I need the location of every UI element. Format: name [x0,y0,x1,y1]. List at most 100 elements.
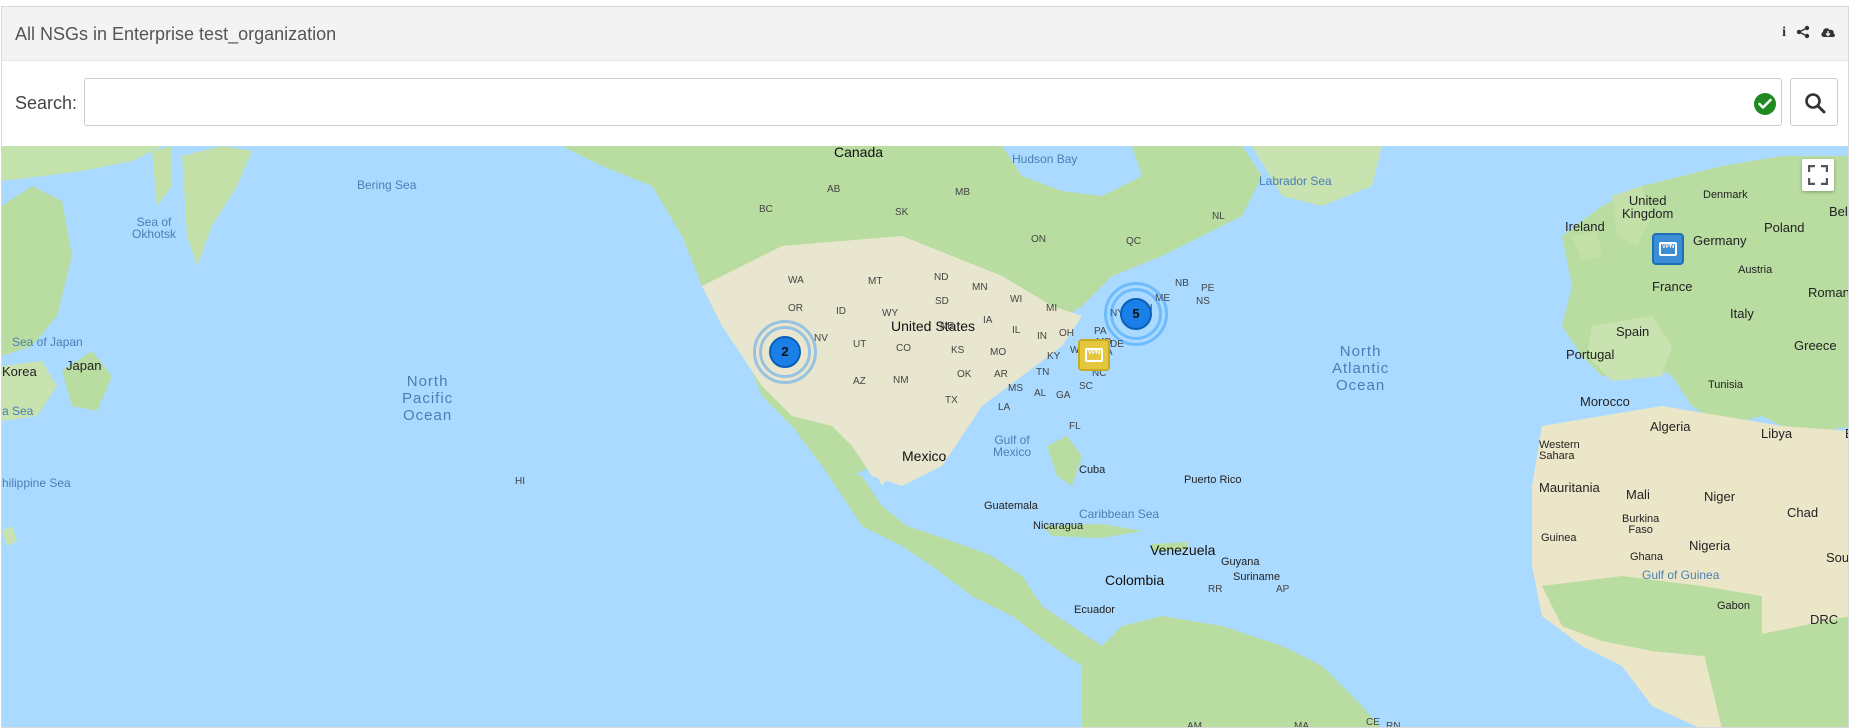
label-state: BC [759,204,773,215]
label-state: OK [957,369,972,380]
label-drc: DRC [1810,612,1839,627]
label-state: NE [940,321,954,332]
label-greece: Greece [1794,338,1837,353]
label-state: CO [896,343,911,354]
label-state: IL [1012,325,1021,336]
label-north-pacific-ocean: North Pacific Ocean [402,373,454,424]
label-state: MT [868,276,883,287]
label-sou: Sou [1826,550,1849,565]
label-niger: Niger [1704,489,1736,504]
label-state: PE [1201,283,1215,294]
label-tunisia: Tunisia [1708,379,1744,391]
fullscreen-icon [1808,165,1828,185]
label-state: ON [1031,234,1046,245]
label-state: WA [788,275,804,286]
label-morocco: Morocco [1580,394,1630,409]
label-state: UT [853,339,867,350]
label-ghana: Ghana [1630,551,1664,563]
label-poland: Poland [1764,220,1805,235]
label-gulf-of-guinea: Gulf of Guinea [1642,568,1720,582]
cluster-count: 5 [1120,298,1152,330]
panel-title: All NSGs in Enterprise test_organization [15,24,337,44]
label-denmark: Denmark [1703,189,1748,201]
cluster-count: 2 [769,336,801,368]
label-state: NB [1175,278,1189,289]
label-state: OH [1059,328,1074,339]
label-sea-of-japan: Sea of Japan [12,335,83,349]
label-state: KS [951,345,965,356]
label-austria: Austria [1738,264,1773,276]
label-ecuador: Ecuador [1074,604,1115,616]
label-united-states: United States [891,318,976,334]
label-gulf-of-mexico: Gulf of Mexico [993,433,1032,459]
label-north-atlantic-ocean: North Atlantic Ocean [1332,343,1390,394]
label-state: WY [882,308,899,319]
label-gabon: Gabon [1717,600,1751,612]
search-icon [1805,93,1826,114]
check-circle-icon [1754,93,1776,115]
label-puerto-rico: Puerto Rico [1184,474,1242,486]
label-state: WI [1010,294,1023,305]
label-state: TX [945,395,958,406]
search-button[interactable] [1790,78,1838,126]
search-label: Search: [15,93,78,113]
label-korea: Korea [2,364,37,379]
label-burkina-faso: Burkina Faso [1622,513,1660,536]
label-mauritania: Mauritania [1539,480,1600,495]
label-guatemala: Guatemala [984,500,1038,512]
cluster-east-coast[interactable]: 5 [1104,282,1168,346]
label-chad: Chad [1787,505,1819,520]
label-state: AB [827,184,841,195]
share-icon[interactable] [1796,25,1810,42]
label-labrador-sea: Labrador Sea [1259,174,1332,188]
label-state: RN [1386,721,1401,728]
label-state: QC [1126,236,1141,247]
label-state: IA [983,315,993,326]
label-nigeria: Nigeria [1689,538,1731,553]
label-a-sea: a Sea [2,404,34,418]
label-spain: Spain [1616,324,1650,339]
label-canada: Canada [834,146,884,160]
label-cuba: Cuba [1079,464,1106,476]
nsg-marker-east[interactable]: VPN [1078,339,1110,371]
label-state: NS [1196,296,1210,307]
label-france: France [1652,279,1693,294]
label-italy: Italy [1730,306,1754,321]
label-state: ND [934,272,949,283]
nsg-panel: All NSGs in Enterprise test_organization… [1,6,1849,728]
info-icon[interactable]: i [1782,25,1786,42]
label-philippine-sea: hilippine Sea [2,476,71,490]
label-state: MO [990,347,1007,358]
search-input[interactable] [84,78,1782,126]
label-state: AL [1034,388,1047,399]
label-state: MN [972,282,988,293]
label-state: ID [836,306,846,317]
label-algeria: Algeria [1650,419,1691,434]
label-state: SC [1079,381,1093,392]
map-view[interactable]: Canada Hudson Bay Labrador Sea Bering Se… [2,146,1849,728]
label-germany: Germany [1693,233,1747,248]
fullscreen-button[interactable] [1802,159,1834,191]
marker-label: VPN [1661,244,1675,250]
label-libya: Libya [1761,426,1793,441]
label-state: NM [893,375,909,386]
label-western-sahara: Western Sahara [1539,439,1580,462]
cloud-download-icon[interactable] [1820,25,1836,42]
label-state: AP [1276,584,1290,595]
label-state: FL [1069,421,1081,432]
label-state: KY [1047,351,1061,362]
label-state: TN [1036,367,1050,378]
cluster-west-coast[interactable]: 2 [753,320,817,384]
label-bering-sea: Bering Sea [357,178,417,192]
header-actions: i [1782,25,1836,42]
label-state: RR [1208,584,1223,595]
label-state: MB [955,187,970,198]
label-state: CE [1366,717,1380,728]
label-ireland: Ireland [1565,219,1605,234]
label-caribbean-sea: Caribbean Sea [1079,507,1160,521]
label-nicaragua: Nicaragua [1033,520,1084,532]
nsg-marker-europe[interactable]: VPN [1652,233,1684,265]
label-mali: Mali [1626,487,1650,502]
label-state: MI [1046,303,1058,314]
label-romania: Romani [1808,285,1849,300]
